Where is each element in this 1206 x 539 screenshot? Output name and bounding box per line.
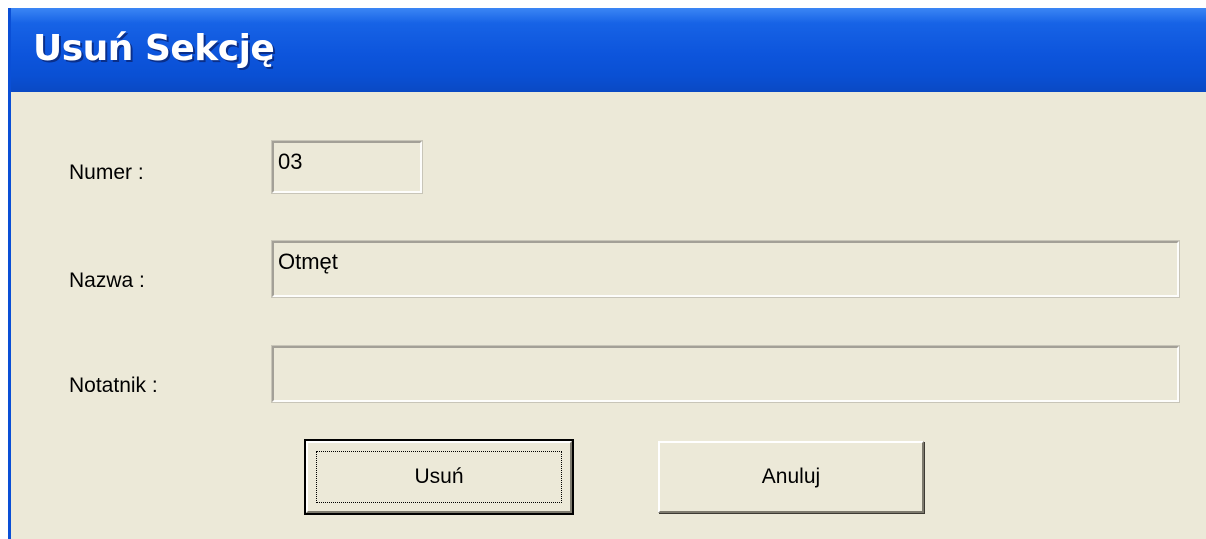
numer-label: Numer : [69, 161, 144, 184]
cancel-button-label: Anuluj [761, 465, 821, 488]
numer-field[interactable]: 03 [272, 141, 422, 193]
nazwa-label: Nazwa : [69, 269, 145, 292]
title-bar[interactable]: Usuń Sekcję [11, 8, 1206, 92]
nazwa-field[interactable]: Otmęt [272, 241, 1179, 297]
delete-section-dialog: Usuń Sekcję Numer : 03 Nazwa : Otmęt Not… [8, 8, 1206, 539]
delete-button-label: Usuń [414, 465, 464, 488]
delete-button[interactable]: Usuń [304, 439, 574, 515]
notatnik-label: Notatnik : [69, 374, 158, 397]
cancel-button[interactable]: Anuluj [658, 441, 924, 513]
notatnik-field[interactable] [272, 346, 1179, 402]
dialog-title: Usuń Sekcję [33, 28, 275, 69]
